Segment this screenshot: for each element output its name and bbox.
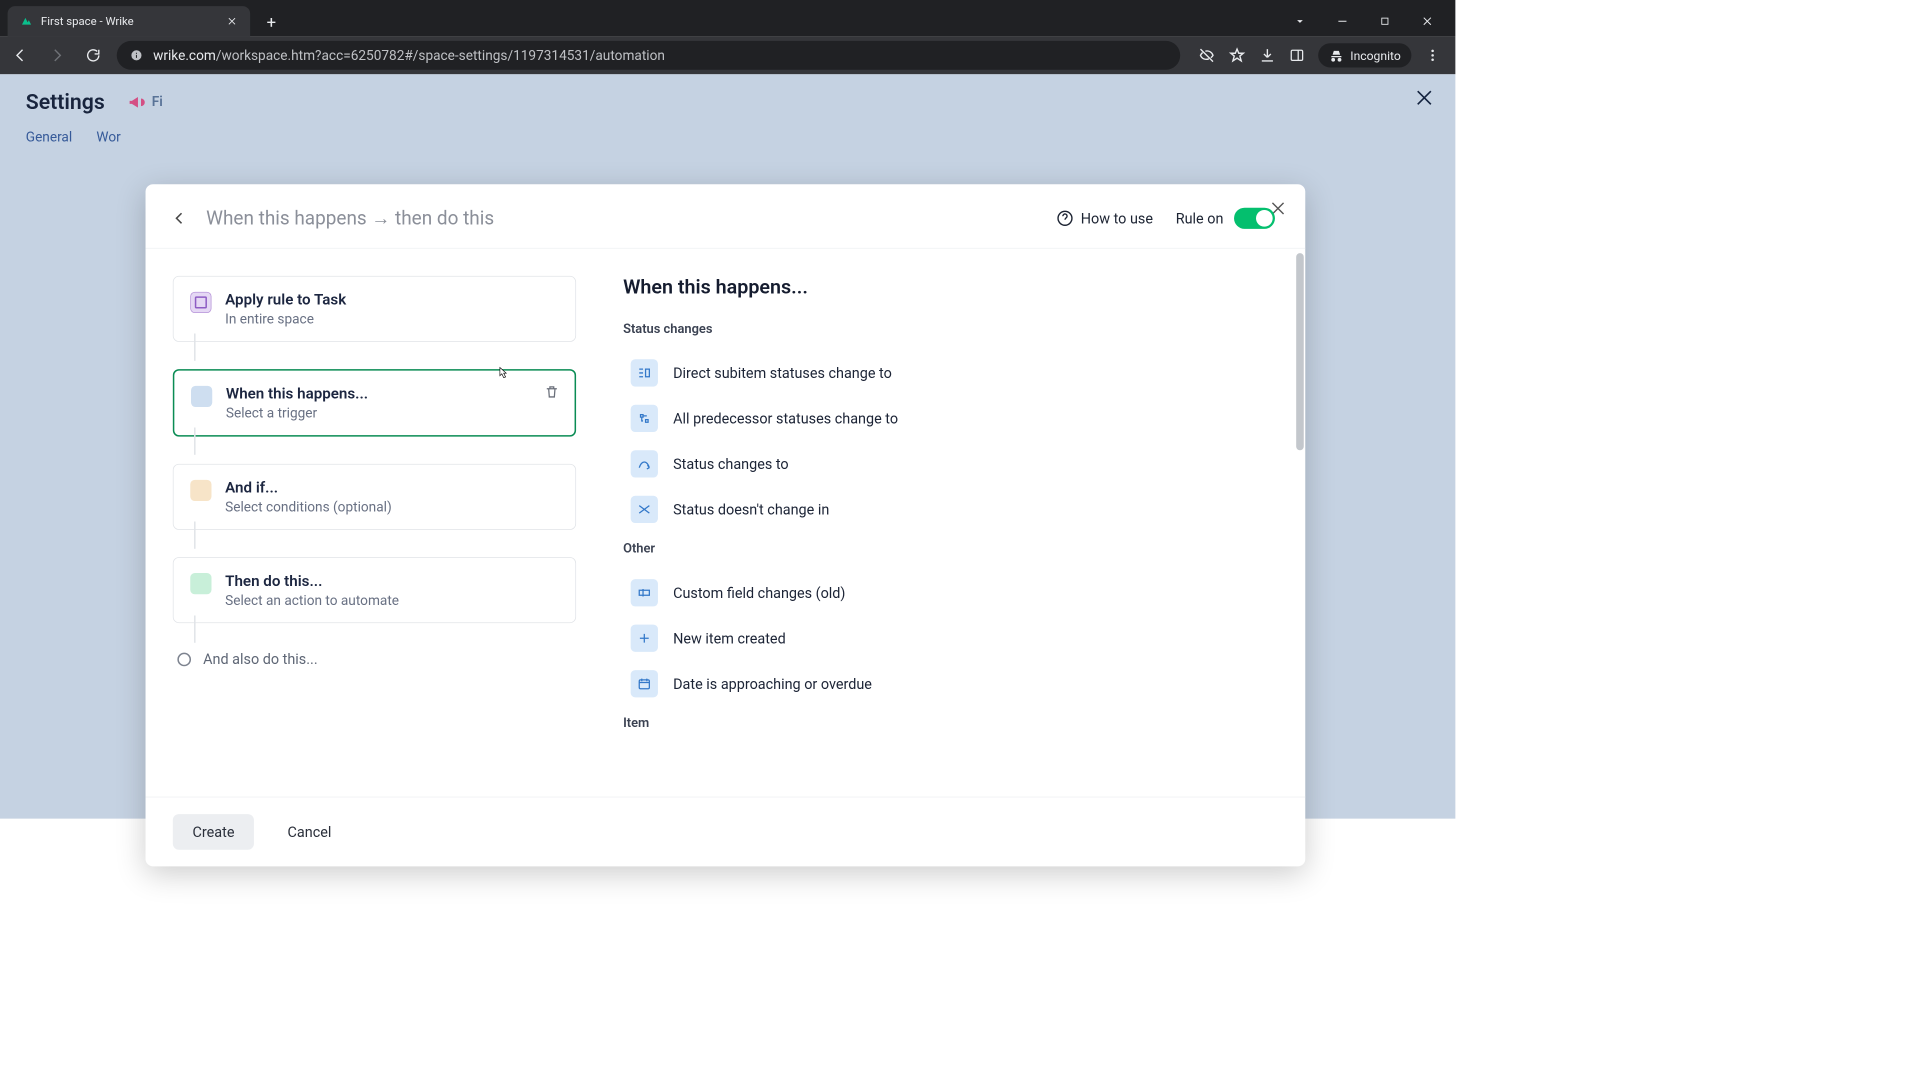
group-other: Other xyxy=(623,541,1275,556)
step-andif-title: And if... xyxy=(225,478,559,496)
modal-footer: Create Cancel xyxy=(146,797,1306,867)
trigger-status-changes-to[interactable]: Status changes to xyxy=(623,441,1275,486)
tab-title: First space - Wrike xyxy=(41,14,218,28)
tab-general[interactable]: General xyxy=(26,130,72,146)
page-close-icon[interactable] xyxy=(1414,88,1434,108)
settings-title: Settings xyxy=(26,89,105,114)
new-tab-button[interactable]: + xyxy=(258,9,285,36)
step-then-sub: Select an action to automate xyxy=(225,593,559,609)
trigger-new-item[interactable]: New item created xyxy=(623,615,1275,660)
circle-plus-icon xyxy=(177,652,191,666)
tab-search-icon[interactable] xyxy=(1289,6,1312,36)
back-icon[interactable] xyxy=(8,42,34,68)
step-apply-rule[interactable]: Apply rule to Task In entire space xyxy=(173,276,576,342)
site-info-icon[interactable] xyxy=(130,49,142,61)
tab-close-icon[interactable] xyxy=(226,15,238,27)
side-panel-icon[interactable] xyxy=(1290,48,1305,63)
modal-title[interactable]: When this happens → then do this xyxy=(206,207,494,229)
connector-line xyxy=(194,615,196,642)
trigger-label: New item created xyxy=(673,630,786,647)
connector-line xyxy=(194,428,196,455)
address-bar: wrike.com/workspace.htm?acc=6250782#/spa… xyxy=(0,36,1455,74)
rule-toggle[interactable] xyxy=(1234,208,1275,229)
scrollbar-thumb[interactable] xyxy=(1296,253,1304,450)
create-button[interactable]: Create xyxy=(173,814,254,850)
trigger-direct-subitem[interactable]: Direct subitem statuses change to xyxy=(623,350,1275,395)
trigger-status-not-change[interactable]: Status doesn't change in xyxy=(623,487,1275,532)
step-when-sub: Select a trigger xyxy=(226,406,558,422)
wrike-favicon xyxy=(20,14,34,28)
step-and-if[interactable]: And if... Select conditions (optional) xyxy=(173,464,576,530)
forward-icon xyxy=(44,42,70,68)
bookmark-star-icon[interactable] xyxy=(1229,47,1246,64)
calendar-icon xyxy=(631,670,658,697)
downloads-icon[interactable] xyxy=(1259,47,1276,64)
incognito-label: Incognito xyxy=(1350,48,1400,62)
trigger-predecessor[interactable]: All predecessor statuses change to xyxy=(623,396,1275,441)
trigger-label: Date is approaching or overdue xyxy=(673,675,872,692)
tab-workflow[interactable]: Wor xyxy=(96,130,120,146)
breadcrumb-space: Fi xyxy=(152,94,163,110)
add-action-link[interactable]: And also do this... xyxy=(173,650,576,667)
help-circle-icon xyxy=(1056,210,1073,227)
rule-steps-column: Apply rule to Task In entire space When … xyxy=(146,249,593,797)
cross-arrows-icon xyxy=(631,496,658,523)
connector-line xyxy=(194,522,196,549)
trigger-date-approaching[interactable]: Date is approaching or overdue xyxy=(623,661,1275,706)
then-badge-icon xyxy=(190,573,211,594)
megaphone-icon xyxy=(128,93,146,111)
step-apply-sub: In entire space xyxy=(225,312,559,328)
link-chain-icon xyxy=(631,405,658,432)
trigger-label: Status changes to xyxy=(673,455,789,472)
cancel-button[interactable]: Cancel xyxy=(268,814,351,850)
delete-step-icon[interactable] xyxy=(544,384,561,401)
kebab-menu-icon[interactable] xyxy=(1425,48,1440,63)
arrow-path-icon xyxy=(631,450,658,477)
group-item: Item xyxy=(623,716,1275,731)
automation-modal: When this happens → then do this How to … xyxy=(146,184,1306,866)
text-field-icon xyxy=(631,579,658,606)
connector-line xyxy=(194,334,196,361)
reload-icon[interactable] xyxy=(80,42,106,68)
rule-on-control: Rule on xyxy=(1176,208,1275,229)
url-input[interactable]: wrike.com/workspace.htm?acc=6250782#/spa… xyxy=(117,41,1181,70)
trigger-picker-column: When this happens... Status changes Dire… xyxy=(593,249,1306,797)
trigger-label: Status doesn't change in xyxy=(673,501,829,518)
step-then[interactable]: Then do this... Select an action to auto… xyxy=(173,557,576,623)
group-status-changes: Status changes xyxy=(623,321,1275,336)
andif-badge-icon xyxy=(190,480,211,501)
modal-back-icon[interactable] xyxy=(167,205,193,231)
minimize-icon[interactable] xyxy=(1331,6,1354,36)
when-badge-icon xyxy=(191,386,212,407)
window-controls xyxy=(1272,6,1455,36)
trigger-picker-title: When this happens... xyxy=(623,276,1275,299)
step-when-title: When this happens... xyxy=(226,384,558,402)
rule-on-label: Rule on xyxy=(1176,210,1224,227)
trigger-label: Direct subitem statuses change to xyxy=(673,364,892,381)
page-background: Settings Fi General Wor When this happen… xyxy=(0,74,1455,818)
step-andif-sub: Select conditions (optional) xyxy=(225,500,559,516)
incognito-icon xyxy=(1329,48,1344,63)
step-apply-title: Apply rule to Task xyxy=(225,290,559,308)
step-when[interactable]: When this happens... Select a trigger xyxy=(173,369,576,436)
trigger-label: Custom field changes (old) xyxy=(673,584,845,601)
step-then-title: Then do this... xyxy=(225,572,559,590)
browser-tab-strip: First space - Wrike + xyxy=(0,0,1455,36)
incognito-chip[interactable]: Incognito xyxy=(1318,43,1411,67)
url-text: wrike.com/workspace.htm?acc=6250782#/spa… xyxy=(153,47,665,63)
trigger-label: All predecessor statuses change to xyxy=(673,410,898,427)
eye-off-icon[interactable] xyxy=(1199,47,1216,64)
maximize-icon[interactable] xyxy=(1373,6,1396,36)
task-badge-icon xyxy=(190,292,211,313)
modal-header: When this happens → then do this How to … xyxy=(146,184,1306,248)
plus-icon xyxy=(631,625,658,652)
and-also-label: And also do this... xyxy=(203,650,317,667)
how-to-use-link[interactable]: How to use xyxy=(1056,210,1153,227)
list-tree-icon xyxy=(631,359,658,386)
trigger-custom-field[interactable]: Custom field changes (old) xyxy=(623,570,1275,615)
how-to-use-label: How to use xyxy=(1081,210,1153,227)
browser-tab[interactable]: First space - Wrike xyxy=(8,6,251,36)
window-close-icon[interactable] xyxy=(1416,6,1439,36)
